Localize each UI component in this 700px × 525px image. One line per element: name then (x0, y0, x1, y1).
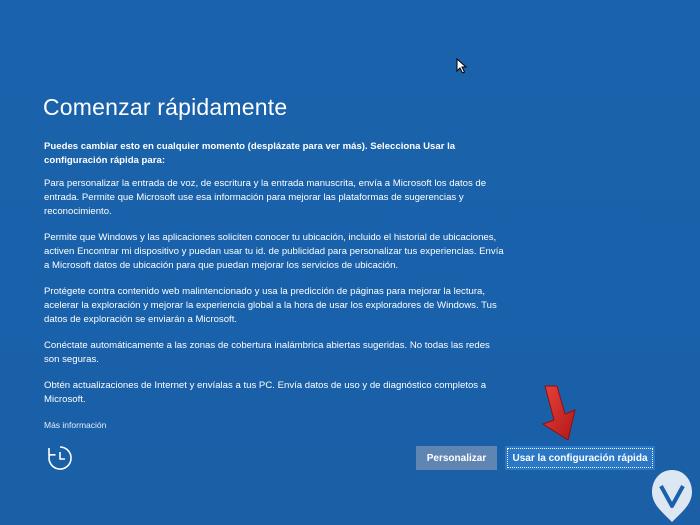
more-info-link[interactable]: Más información (44, 420, 106, 430)
paragraph-updates: Obtén actualizaciones de Internet y enví… (44, 380, 487, 404)
customize-button[interactable]: Personalizar (416, 446, 497, 470)
paragraph-browser: Protégete contra contenido web malintenc… (44, 286, 497, 325)
intro-text: Puedes cambiar esto en cualquier momento… (44, 141, 456, 166)
ease-of-access-icon[interactable] (46, 444, 74, 472)
paragraph-input: Para personalizar la entrada de voz, de … (44, 178, 487, 217)
express-settings-button[interactable]: Usar la configuración rápida (505, 446, 655, 470)
logo-watermark-icon (652, 470, 692, 522)
paragraph-location: Permite que Windows y las aplicaciones s… (44, 232, 504, 271)
red-down-arrow-icon (541, 385, 576, 441)
page-title: Comenzar rápidamente (43, 94, 288, 120)
setup-screen: Comenzar rápidamente Puedes cambiar esto… (0, 0, 700, 525)
settings-description-scroll[interactable]: Puedes cambiar esto en cualquier momento… (44, 140, 506, 404)
paragraph-wifi: Conéctate automáticamente a las zonas de… (44, 340, 490, 365)
mouse-pointer-icon (456, 58, 468, 74)
